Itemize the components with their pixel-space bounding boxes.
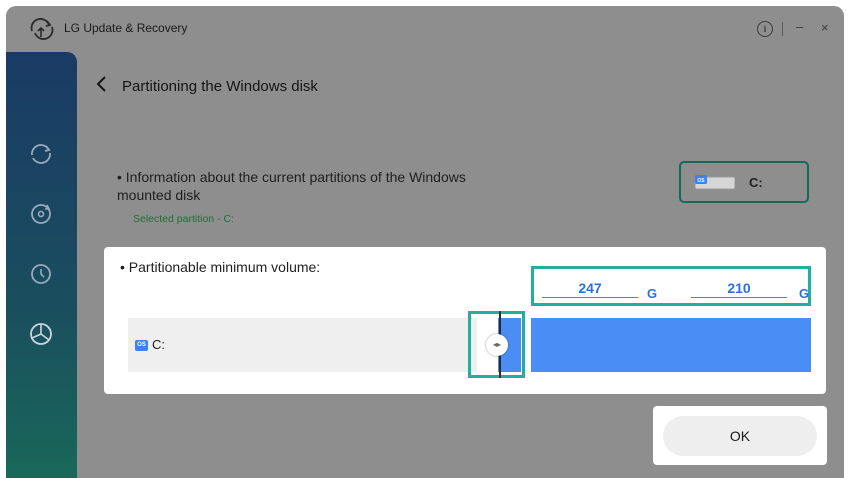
new-partition-segment: [531, 318, 811, 372]
minimize-button[interactable]: –: [796, 19, 803, 35]
close-button[interactable]: ×: [821, 20, 829, 36]
title-bar: LG Update & Recovery i – ×: [6, 6, 844, 52]
sidebar: [6, 52, 77, 478]
partition-info-text: • Information about the current partitio…: [117, 169, 466, 203]
min-volume-label: • Partitionable minimum volume:: [120, 259, 321, 275]
partition-c-segment: OS C:: [128, 318, 477, 372]
volume-2-input[interactable]: 210: [691, 280, 787, 298]
partition-card-label: C:: [749, 175, 763, 190]
partition-card-c[interactable]: OS C:: [679, 161, 809, 203]
volume-1-input[interactable]: 247: [542, 280, 638, 298]
update-recovery-icon[interactable]: [27, 140, 55, 168]
os-badge: OS: [135, 340, 148, 351]
volume-inputs-highlight: 247 G 210 G: [531, 266, 811, 306]
app-title: LG Update & Recovery: [64, 21, 188, 35]
ok-button[interactable]: OK: [663, 416, 817, 456]
partition-label: C:: [152, 337, 165, 352]
history-icon[interactable]: [27, 260, 55, 288]
page-title: Partitioning the Windows disk: [122, 78, 318, 95]
partition-panel: • Partitionable minimum volume: 247 G 21…: [104, 247, 826, 394]
restore-icon[interactable]: [27, 200, 55, 228]
app-window: LG Update & Recovery i – × Partitioning …: [6, 6, 844, 478]
ok-button-highlight: OK: [653, 406, 827, 465]
selected-partition-label: Selected partition - C:: [133, 213, 234, 225]
volume-2-unit: G: [799, 286, 810, 301]
partition-bar: OS C: ◂▸: [128, 311, 811, 378]
disk-os-badge: OS: [697, 178, 705, 184]
volume-1-unit: G: [647, 286, 658, 301]
app-logo-icon: [28, 17, 56, 41]
disk-icon: OS: [694, 175, 736, 190]
split-handle[interactable]: ◂▸: [486, 334, 508, 356]
info-icon[interactable]: i: [757, 21, 773, 37]
disk-partition-icon[interactable]: [27, 320, 55, 348]
back-button[interactable]: [94, 74, 110, 94]
titlebar-divider: [782, 22, 783, 36]
